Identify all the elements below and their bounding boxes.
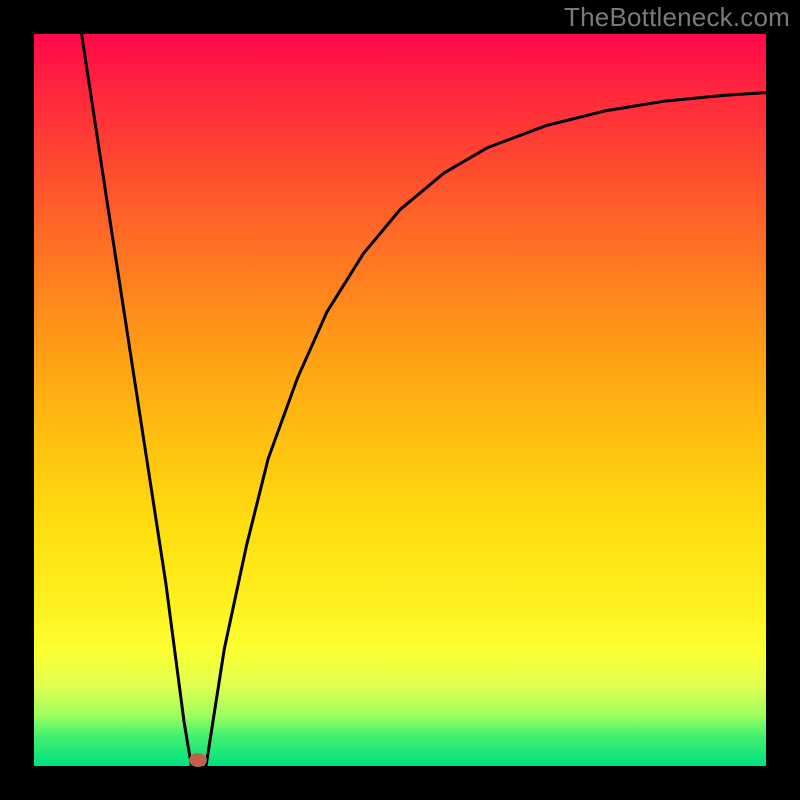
minimum-marker (189, 753, 207, 767)
bottleneck-curve (34, 34, 766, 766)
chart-frame: TheBottleneck.com (0, 0, 800, 800)
plot-area (34, 34, 766, 766)
curve-right-branch (206, 93, 766, 766)
watermark-text: TheBottleneck.com (564, 2, 790, 33)
curve-left-branch (82, 34, 192, 766)
